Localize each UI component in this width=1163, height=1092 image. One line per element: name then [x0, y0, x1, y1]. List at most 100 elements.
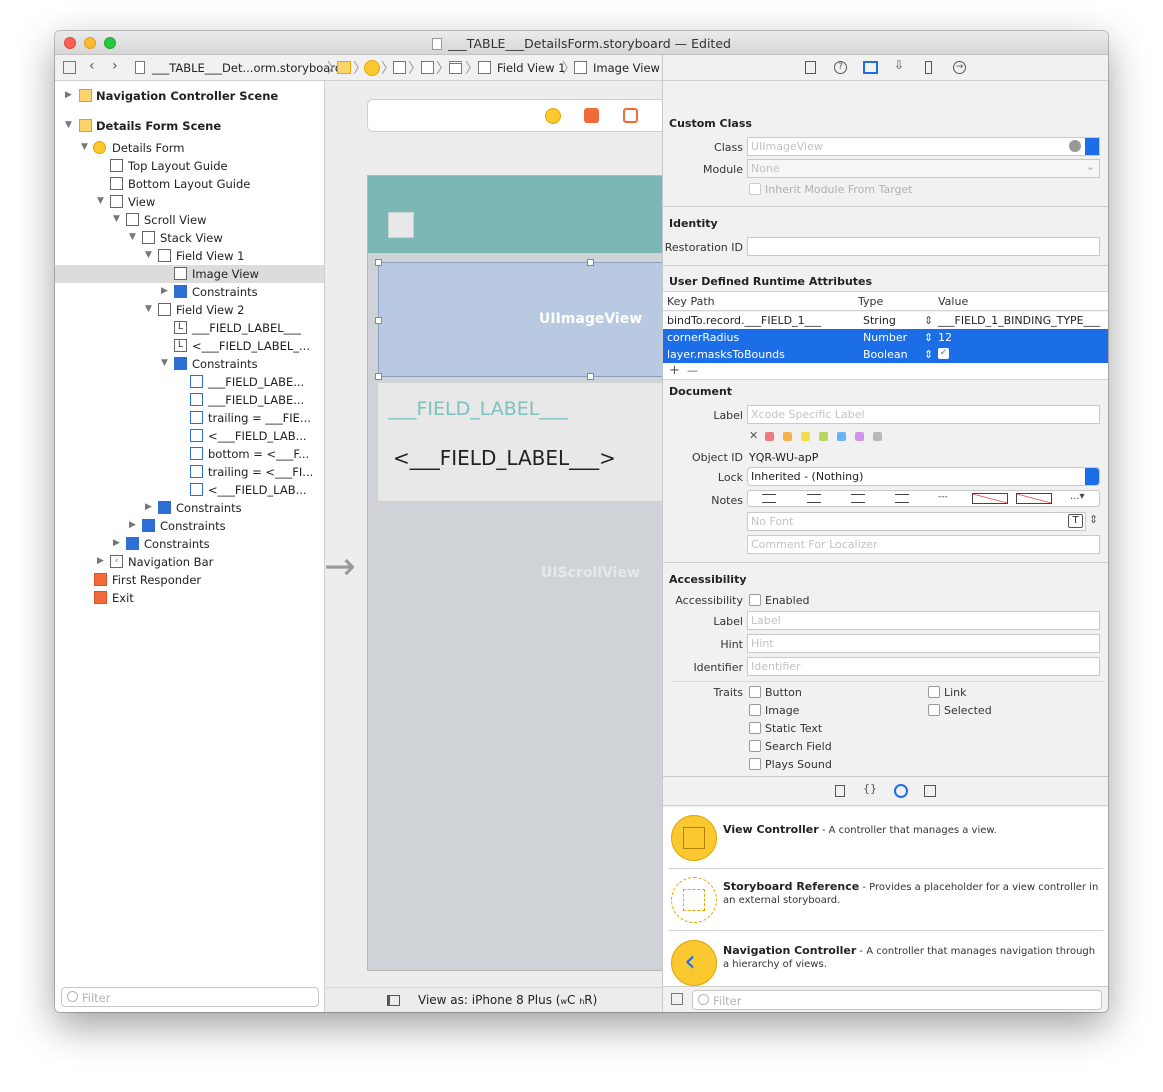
stepper-icon[interactable]: ⇕	[924, 348, 933, 361]
trait-checkbox[interactable]	[749, 686, 761, 698]
col-keypath[interactable]: Key Path	[667, 295, 715, 308]
outline-row[interactable]: L <___FIELD_LABEL_...	[55, 337, 324, 355]
library-item[interactable]: Storyboard Reference - Provides a placeh…	[669, 869, 1103, 931]
forward-icon[interactable]: ›	[112, 58, 118, 74]
comment-field[interactable]: Comment For Localizer	[747, 535, 1100, 554]
identity-inspector-icon[interactable]	[863, 61, 878, 74]
doc-label-field[interactable]: Xcode Specific Label	[747, 405, 1100, 424]
outline-row[interactable]: Top Layout Guide	[55, 157, 324, 175]
col-type[interactable]: Type	[858, 295, 883, 308]
scroll-view-icon[interactable]	[421, 61, 434, 74]
clear-label-color-icon[interactable]: ✕	[749, 429, 758, 442]
related-items-icon[interactable]	[63, 61, 76, 74]
trait-checkbox[interactable]	[928, 704, 940, 716]
outline-row[interactable]: <___FIELD_LAB...	[55, 481, 324, 499]
outline-row[interactable]: Bottom Layout Guide	[55, 175, 324, 193]
font-stepper-icon[interactable]: ⇕	[1089, 513, 1098, 526]
breadcrumb-field-view[interactable]: Field View 1	[497, 61, 565, 75]
outline-row[interactable]: ▶ Navigation Controller Scene	[55, 87, 324, 105]
breadcrumb-file[interactable]: ___TABLE___Det...orm.storyboard	[152, 61, 342, 75]
outline-row[interactable]: ___FIELD_LABE...	[55, 373, 324, 391]
trait-checkbox[interactable]	[749, 722, 761, 734]
file-inspector-icon[interactable]	[805, 61, 816, 74]
label-color-swatch[interactable]	[819, 432, 828, 441]
attributes-inspector-icon[interactable]: ⇩	[894, 58, 904, 72]
outline-row[interactable]: ▶ Constraints	[55, 535, 324, 553]
font-field[interactable]: No Font T	[747, 512, 1086, 531]
module-field[interactable]: None ⌄	[747, 159, 1100, 178]
outline-row[interactable]: trailing = <___FI...	[55, 463, 324, 481]
stepper-icon[interactable]: ⇕	[924, 314, 933, 327]
class-dropdown-icon[interactable]	[1085, 138, 1099, 155]
trait-checkbox[interactable]	[749, 704, 761, 716]
connections-inspector-icon[interactable]: →	[953, 61, 966, 74]
outline-filter-field[interactable]: Filter	[61, 987, 319, 1007]
file-templates-icon[interactable]	[835, 785, 845, 797]
outline-row[interactable]: First Responder	[55, 571, 324, 589]
align-left-icon[interactable]	[762, 494, 776, 503]
code-snippets-icon[interactable]: {}	[863, 782, 877, 795]
align-natural-icon[interactable]: ---	[938, 492, 948, 502]
stepper-icon[interactable]: ⇕	[924, 331, 933, 344]
background-color-well-icon[interactable]	[1016, 493, 1052, 504]
class-navigate-icon[interactable]	[1069, 140, 1081, 152]
outline-row[interactable]: ▶ ‹ Navigation Bar	[55, 553, 324, 571]
size-inspector-icon[interactable]	[925, 61, 932, 74]
field-view-2[interactable]: ___FIELD_LABEL___ <___FIELD_LABEL___>	[378, 383, 668, 501]
font-picker-icon[interactable]: T	[1068, 514, 1083, 528]
runtime-attribute-row[interactable]: layer.masksToBounds Boolean ⇕ ✓	[663, 346, 1108, 363]
resize-handle[interactable]	[375, 373, 382, 380]
outline-row[interactable]: bottom = <___F...	[55, 445, 324, 463]
breadcrumb-image-view[interactable]: Image View	[593, 61, 660, 75]
outline-row[interactable]: L ___FIELD_LABEL___	[55, 319, 324, 337]
media-library-icon[interactable]	[924, 785, 936, 797]
field-label-value[interactable]: <___FIELD_LABEL___>	[393, 446, 616, 470]
outline-row[interactable]: ▼ Constraints	[55, 355, 324, 373]
storyboard-canvas[interactable]: UIImageView ___FIELD_LABEL___ <___FIELD_…	[324, 81, 668, 1012]
exit-icon[interactable]	[623, 108, 638, 123]
field-label[interactable]: ___FIELD_LABEL___	[388, 398, 568, 420]
label-color-swatch[interactable]	[837, 432, 846, 441]
outline-row[interactable]: ▼ Field View 1	[55, 247, 324, 265]
outline-row[interactable]: ▼ Details Form	[55, 139, 324, 157]
back-icon[interactable]: ‹	[89, 58, 95, 74]
class-field[interactable]: UIImageView	[747, 137, 1100, 156]
lock-dropdown-icon[interactable]	[1085, 468, 1099, 485]
outline-row[interactable]: <___FIELD_LAB...	[55, 427, 324, 445]
outline-row[interactable]: ▼ Details Form Scene	[55, 117, 324, 135]
restoration-id-field[interactable]	[747, 237, 1100, 256]
view-controller-icon[interactable]	[545, 108, 561, 124]
library-view-mode-icon[interactable]	[671, 993, 683, 1005]
first-responder-icon[interactable]	[584, 108, 599, 123]
label-color-swatch[interactable]	[783, 432, 792, 441]
align-center-icon[interactable]	[807, 494, 821, 503]
more-options-icon[interactable]: ...▾	[1070, 491, 1085, 502]
trait-checkbox[interactable]	[928, 686, 940, 698]
outline-row[interactable]: ▼ View	[55, 193, 324, 211]
label-color-swatch[interactable]	[801, 432, 810, 441]
outline-row[interactable]: ▼ Field View 2	[55, 301, 324, 319]
label-color-swatch[interactable]	[873, 432, 882, 441]
view-controller-icon[interactable]	[364, 60, 380, 76]
module-dropdown-icon[interactable]: ⌄	[1086, 160, 1095, 173]
a11y-label-field[interactable]: Label	[747, 611, 1100, 630]
resize-handle[interactable]	[587, 373, 594, 380]
align-justify-icon[interactable]	[895, 494, 909, 503]
label-color-swatch[interactable]	[855, 432, 864, 441]
label-color-swatch[interactable]	[765, 432, 774, 441]
add-attribute-button[interactable]: +	[669, 363, 680, 378]
outline-row[interactable]: ▶ Constraints	[55, 517, 324, 535]
outline-row[interactable]: trailing = ___FIE...	[55, 409, 324, 427]
a11y-identifier-field[interactable]: Identifier	[747, 657, 1100, 676]
outline-row-selected[interactable]: Image View	[55, 265, 324, 283]
resize-handle[interactable]	[587, 259, 594, 266]
view-as-label[interactable]: View as: iPhone 8 Plus (wC hR)	[418, 993, 597, 1007]
resize-handle[interactable]	[375, 317, 382, 324]
nav-bar-item[interactable]	[388, 212, 414, 238]
stack-view-icon[interactable]	[449, 61, 462, 74]
text-color-well-icon[interactable]	[972, 493, 1008, 504]
library-filter-field[interactable]: Filter	[692, 990, 1102, 1010]
runtime-attribute-row[interactable]: cornerRadius Number ⇕ 12	[663, 329, 1108, 346]
library-item[interactable]: View Controller - A controller that mana…	[669, 807, 1103, 869]
outline-row[interactable]: Exit	[55, 589, 324, 607]
